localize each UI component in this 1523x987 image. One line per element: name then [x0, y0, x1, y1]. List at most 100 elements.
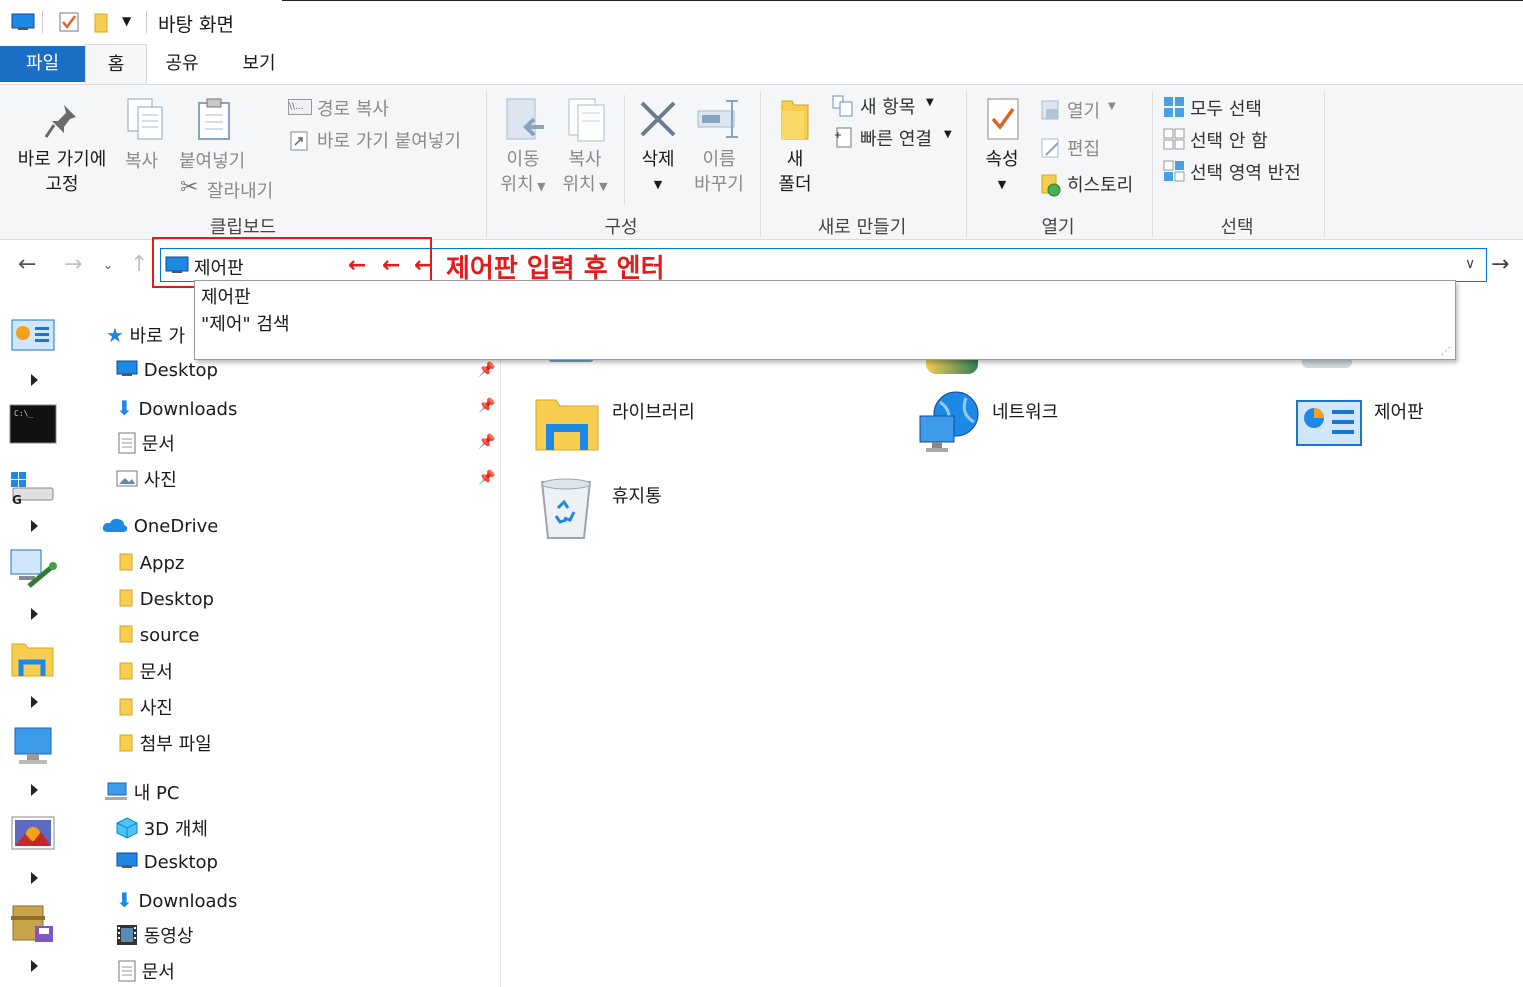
cloud-icon — [102, 518, 128, 532]
tab-view[interactable]: 보기 — [228, 44, 290, 84]
libraries-strip-icon[interactable] — [11, 640, 55, 678]
windows-drive-strip-icon[interactable]: G — [9, 470, 57, 506]
computer-icon — [105, 782, 127, 800]
nav-item-3d-objects[interactable]: 3D 개체 — [116, 815, 208, 841]
paste-icon — [198, 98, 230, 140]
back-arrow-icon[interactable]: ← — [18, 252, 36, 277]
window-title: 바탕 화면 — [158, 14, 234, 36]
nav-item-attachments[interactable]: 첨부 파일 — [118, 730, 212, 756]
nav-item-pc-downloads[interactable]: ⬇ Downloads — [116, 888, 237, 912]
up-arrow-icon[interactable]: ↑ — [130, 252, 148, 277]
easy-access-dropdown-icon: ▼ — [944, 129, 952, 140]
suggestion-item[interactable]: "제어" 검색 — [201, 310, 290, 336]
content-item-libraries[interactable]: 라이브러리 — [532, 390, 832, 454]
address-dropdown-chevron-icon[interactable]: ∨ — [1465, 256, 1475, 272]
move-to-icon — [506, 98, 544, 140]
properties-dropdown-icon: ▼ — [997, 178, 1007, 191]
new-item-icon — [832, 95, 853, 117]
desktop-folder-icon — [116, 360, 138, 376]
cube-3d-icon — [116, 817, 138, 839]
tab-share[interactable]: 공유 — [152, 44, 212, 84]
customize-qa-dropdown-icon[interactable]: ▼ — [122, 14, 131, 28]
select-all-icon — [1164, 97, 1184, 117]
nav-item-pc-desktop[interactable]: Desktop — [116, 852, 218, 873]
expand-arrow-icon[interactable] — [31, 960, 38, 972]
pinned-icon[interactable]: 📌 — [478, 398, 495, 414]
pictures-icon — [116, 470, 138, 487]
pinned-icon[interactable]: 📌 — [478, 434, 495, 450]
media-strip-icon[interactable] — [11, 816, 55, 850]
this-pc-strip-icon[interactable] — [11, 726, 55, 768]
pinned-icon[interactable]: 📌 — [478, 470, 495, 486]
nav-item-appz[interactable]: Appz — [118, 552, 184, 574]
annotation-arrow-icon: ← — [414, 253, 433, 278]
forward-arrow-icon[interactable]: → — [64, 252, 82, 277]
delete-dropdown-icon: ▼ — [653, 178, 663, 191]
content-item-network[interactable]: 네트워크 — [914, 390, 1214, 458]
control-panel-strip-icon[interactable] — [11, 319, 55, 353]
expand-arrow-icon[interactable] — [31, 374, 38, 386]
nav-item-onedrive-desktop[interactable]: Desktop — [118, 588, 214, 610]
document-icon — [118, 960, 136, 982]
archive-strip-icon[interactable] — [9, 904, 57, 946]
rename-icon — [697, 100, 738, 138]
suggestion-item[interactable]: 제어판 — [201, 283, 251, 309]
display-settings-strip-icon[interactable] — [9, 548, 59, 592]
ribbon-tabs: 파일 홈 공유 보기 — [0, 44, 1523, 85]
properties-checkbox-icon[interactable] — [59, 12, 79, 32]
nav-onedrive[interactable]: OneDrive — [102, 516, 218, 537]
folder-icon — [119, 589, 133, 607]
nav-quick-access[interactable]: ★ 바로 가 — [106, 322, 185, 348]
network-globe-icon — [919, 391, 979, 452]
nav-item-source[interactable]: source — [118, 624, 200, 646]
new-folder-qa-icon[interactable] — [93, 12, 109, 34]
nav-item-videos[interactable]: 동영상 — [116, 922, 193, 948]
download-arrow-icon: ⬇ — [116, 888, 133, 912]
copy-to-icon — [568, 98, 605, 142]
nav-item-desktop[interactable]: Desktop — [116, 360, 218, 381]
nav-item-pictures[interactable]: 사진 — [116, 466, 177, 492]
tab-file[interactable]: 파일 — [0, 46, 85, 82]
expand-arrow-icon[interactable] — [31, 872, 38, 884]
content-item-control-panel[interactable]: 제어판 — [1294, 390, 1514, 454]
desktop-icon — [11, 13, 35, 30]
folder-icon — [119, 553, 133, 571]
tab-home[interactable]: 홈 — [85, 44, 147, 85]
pinned-icon[interactable]: 📌 — [478, 362, 495, 378]
expand-arrow-icon[interactable] — [31, 696, 38, 708]
address-suggestions-dropdown: 제어판 "제어" 검색 ⋰ — [194, 280, 1456, 360]
group-label-clipboard: 클립보드 — [209, 217, 277, 238]
annotation-arrow-icon: ← — [382, 253, 401, 278]
copy-path-icon: \\... — [288, 99, 312, 115]
delete-x-icon — [640, 101, 676, 137]
easy-access-icon — [835, 127, 852, 148]
download-arrow-icon: ⬇ — [116, 396, 133, 420]
scissors-icon: ✂ — [180, 175, 199, 200]
nav-item-pc-documents[interactable]: 문서 — [118, 958, 175, 984]
nav-item-onedrive-documents[interactable]: 문서 — [118, 658, 173, 684]
nav-item-onedrive-pictures[interactable]: 사진 — [118, 694, 173, 720]
open-icon — [1041, 100, 1059, 120]
nav-item-downloads[interactable]: ⬇ Downloads — [116, 396, 237, 420]
group-label-organize: 구성 — [604, 217, 638, 238]
select-none-icon — [1163, 128, 1185, 150]
recycle-bin-icon — [540, 478, 592, 539]
libraries-folder-icon — [535, 399, 599, 451]
group-label-new: 새로 만들기 — [817, 217, 907, 238]
folder-icon — [119, 662, 133, 680]
pane-splitter[interactable] — [500, 290, 501, 987]
expand-arrow-icon[interactable] — [31, 608, 38, 620]
expand-arrow-icon[interactable] — [31, 784, 38, 796]
resize-grip-icon[interactable]: ⋰ — [1441, 346, 1451, 357]
history-icon — [1041, 174, 1061, 197]
recent-locations-chevron-icon[interactable]: ⌄ — [103, 258, 113, 272]
control-panel-icon — [1296, 400, 1362, 446]
go-arrow-icon[interactable]: → — [1491, 252, 1509, 277]
invert-selection-icon — [1163, 160, 1185, 182]
content-item-recycle-bin[interactable]: 휴지통 — [532, 474, 832, 544]
nav-this-pc[interactable]: 내 PC — [104, 779, 179, 805]
expand-arrow-icon[interactable] — [31, 520, 38, 532]
nav-item-documents[interactable]: 문서 — [118, 430, 175, 456]
desktop-folder-icon — [116, 852, 138, 868]
terminal-strip-icon[interactable]: C:\_ — [9, 404, 57, 444]
